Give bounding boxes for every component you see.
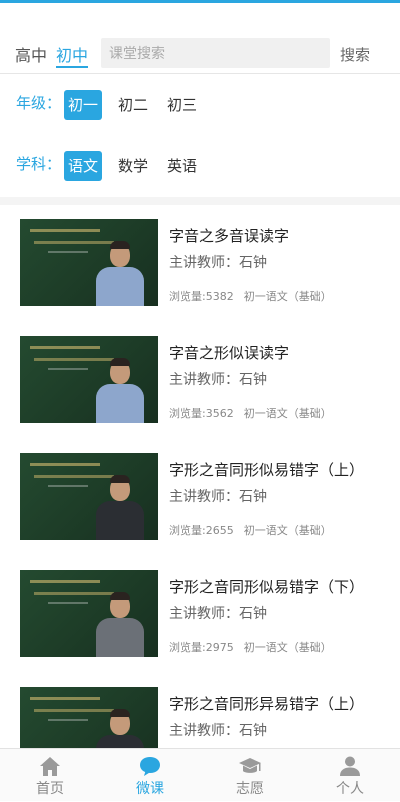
search-placeholder: 课堂搜索 <box>109 46 165 62</box>
subject-label: 学科： <box>16 155 62 173</box>
chat-bubble-icon <box>140 757 160 776</box>
nav-home-label: 首页 <box>36 781 64 797</box>
subject-option-chinese[interactable]: 语文 <box>64 151 102 181</box>
course-views: 浏览量:3562 <box>169 407 234 420</box>
course-views: 浏览量:2975 <box>169 641 234 654</box>
subject-option-math[interactable]: 数学 <box>114 151 152 181</box>
nav-home[interactable]: 首页 <box>0 749 100 802</box>
search-input[interactable]: 课堂搜索 <box>101 38 330 68</box>
course-category: 初一语文（基础） <box>243 524 332 537</box>
course-teacher: 主讲教师：石钟 <box>169 723 267 739</box>
course-item[interactable]: 字形之音同形似易错字（上） 主讲教师：石钟 浏览量:2655 初一语文（基础） <box>0 439 400 556</box>
course-meta: 浏览量:3562 初一语文（基础） <box>169 405 332 421</box>
search-header: 高中 初中 课堂搜索 搜索 <box>0 34 400 74</box>
course-teacher: 主讲教师：石钟 <box>169 606 267 622</box>
course-category: 初一语文（基础） <box>243 290 332 303</box>
nav-volunteer[interactable]: 志愿 <box>200 749 300 802</box>
course-title: 字音之多音误读字 <box>169 227 290 245</box>
course-category: 初一语文（基础） <box>243 407 332 420</box>
search-button[interactable]: 搜索 <box>340 44 370 65</box>
top-accent-line <box>0 0 400 3</box>
course-teacher: 主讲教师：石钟 <box>169 255 267 271</box>
subject-filter: 学科： 语文 数学 英语 <box>0 151 400 183</box>
course-title: 字音之形似误读字 <box>169 344 290 362</box>
grade-option-2[interactable]: 初二 <box>114 90 152 120</box>
course-item[interactable]: 字音之形似误读字 主讲教师：石钟 浏览量:3562 初一语文（基础） <box>0 322 400 439</box>
course-item[interactable]: 字形之音同形似易错字（下） 主讲教师：石钟 浏览量:2975 初一语文（基础） <box>0 556 400 673</box>
nav-microcourse-label: 微课 <box>136 781 164 797</box>
header-divider <box>0 73 400 74</box>
grade-option-1[interactable]: 初一 <box>64 90 102 120</box>
person-icon <box>340 756 360 776</box>
course-meta: 浏览量:2975 初一语文（基础） <box>169 639 332 655</box>
course-views: 浏览量:5382 <box>169 290 234 303</box>
bottom-nav: 首页 微课 志愿 个人 <box>0 748 400 801</box>
course-thumbnail[interactable] <box>20 453 158 540</box>
level-tab-middle-school[interactable]: 初中 <box>56 42 88 66</box>
course-item[interactable]: 字音之多音误读字 主讲教师：石钟 浏览量:5382 初一语文（基础） <box>0 205 400 322</box>
nav-profile[interactable]: 个人 <box>300 749 400 802</box>
grade-filter: 年级： 初一 初二 初三 <box>0 90 400 122</box>
course-teacher: 主讲教师：石钟 <box>169 489 267 505</box>
course-meta: 浏览量:2655 初一语文（基础） <box>169 522 332 538</box>
course-title: 字形之音同形异易错字（上） <box>169 695 365 713</box>
course-teacher: 主讲教师：石钟 <box>169 372 267 388</box>
course-thumbnail[interactable] <box>20 336 158 423</box>
graduation-cap-icon <box>239 758 261 773</box>
course-title: 字形之音同形似易错字（下） <box>169 578 365 596</box>
nav-microcourse[interactable]: 微课 <box>100 749 200 802</box>
course-views: 浏览量:2655 <box>169 524 234 537</box>
course-meta: 浏览量:5382 初一语文（基础） <box>169 288 332 304</box>
nav-volunteer-label: 志愿 <box>236 781 264 797</box>
course-list: 字音之多音误读字 主讲教师：石钟 浏览量:5382 初一语文（基础） 字音之形似误… <box>0 205 400 790</box>
course-thumbnail[interactable] <box>20 570 158 657</box>
grade-option-3[interactable]: 初三 <box>163 90 201 120</box>
active-level-indicator <box>56 66 88 68</box>
home-icon <box>40 757 60 776</box>
course-category: 初一语文（基础） <box>243 641 332 654</box>
nav-profile-label: 个人 <box>336 781 364 797</box>
section-divider <box>0 197 400 205</box>
course-thumbnail[interactable] <box>20 219 158 306</box>
grade-label: 年级： <box>16 94 62 112</box>
level-tab-high-school[interactable]: 高中 <box>15 42 47 66</box>
subject-option-english[interactable]: 英语 <box>163 151 201 181</box>
course-title: 字形之音同形似易错字（上） <box>169 461 365 479</box>
